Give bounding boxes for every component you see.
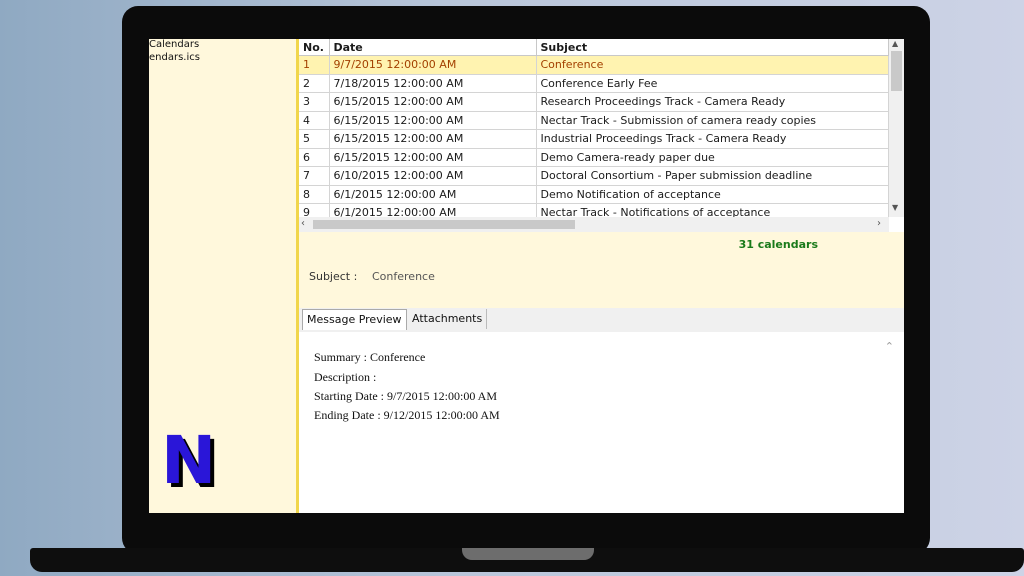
- tab-message-preview[interactable]: Message Preview: [302, 309, 407, 330]
- cell-date: 6/10/2015 12:00:00 AM: [329, 166, 537, 186]
- cell-no: 8: [299, 185, 330, 204]
- table-row[interactable]: 5 6/15/2015 12:00:00 AM Industrial Proce…: [299, 129, 889, 149]
- cell-no: 7: [299, 166, 330, 186]
- cell-no: 4: [299, 111, 330, 130]
- n-logo: N N: [161, 431, 220, 493]
- column-header-subject[interactable]: Subject: [536, 39, 889, 56]
- table-row[interactable]: 4 6/15/2015 12:00:00 AM Nectar Track - S…: [299, 111, 889, 130]
- cell-no: 2: [299, 74, 330, 93]
- cell-date: 6/15/2015 12:00:00 AM: [329, 129, 537, 149]
- cell-date: 9/7/2015 12:00:00 AM: [329, 55, 537, 75]
- cell-subject: Research Proceedings Track - Camera Read…: [536, 92, 889, 112]
- cell-subject: Demo Notification of acceptance: [536, 185, 889, 204]
- chevron-down-icon[interactable]: ▼: [892, 203, 898, 212]
- cell-subject: Industrial Proceedings Track - Camera Re…: [536, 129, 889, 149]
- right-pane: No. Date Subject 1 9/7/2015 12:00:00 AM …: [299, 39, 904, 513]
- vertical-scroll-thumb[interactable]: [891, 51, 902, 91]
- table-row[interactable]: 8 6/1/2015 12:00:00 AM Demo Notification…: [299, 185, 889, 204]
- grid-header-row: No. Date Subject: [299, 39, 889, 56]
- cell-subject: Nectar Track - Submission of camera read…: [536, 111, 889, 130]
- cell-subject: Conference: [536, 55, 889, 75]
- cell-no: 9: [299, 203, 330, 217]
- tab-attachments[interactable]: Attachments: [408, 309, 488, 329]
- preview-summary: Summary : Conference: [314, 350, 426, 364]
- cell-subject: Nectar Track - Notifications of acceptan…: [536, 203, 889, 217]
- cell-date: 6/15/2015 12:00:00 AM: [329, 92, 537, 112]
- horizontal-scroll-thumb[interactable]: [313, 220, 575, 229]
- tree-item-calendars-file[interactable]: endars.ics: [149, 52, 200, 63]
- chevron-left-icon[interactable]: ‹: [301, 218, 305, 229]
- chevron-up-icon[interactable]: ▲: [892, 39, 898, 48]
- laptop-notch: [462, 548, 594, 560]
- preview-description: Description :: [314, 370, 377, 384]
- cell-no: 5: [299, 129, 330, 149]
- cell-date: 6/1/2015 12:00:00 AM: [329, 185, 537, 204]
- table-row[interactable]: 9 6/1/2015 12:00:00 AM Nectar Track - No…: [299, 203, 889, 217]
- cell-subject: Conference Early Fee: [536, 74, 889, 93]
- cell-date: 6/1/2015 12:00:00 AM: [329, 203, 537, 217]
- column-header-no[interactable]: No.: [299, 39, 330, 56]
- folder-tree-pane: Calendars endars.ics N N: [149, 39, 299, 513]
- table-row[interactable]: 6 6/15/2015 12:00:00 AM Demo Camera-read…: [299, 148, 889, 167]
- grid-horizontal-scrollbar[interactable]: ‹ ›: [299, 217, 889, 232]
- chevron-up-icon[interactable]: ⌃: [885, 340, 894, 353]
- preview-starting-date: Starting Date : 9/7/2015 12:00:00 AM: [314, 389, 497, 403]
- table-row[interactable]: 1 9/7/2015 12:00:00 AM Conference: [299, 55, 889, 75]
- grid-vertical-scrollbar[interactable]: ▲ ▼: [889, 39, 904, 217]
- cell-no: 1: [299, 55, 330, 75]
- cell-subject: Doctoral Consortium - Paper submission d…: [536, 166, 889, 186]
- app-screen: Calendars endars.ics N N No. Date Subjec…: [149, 39, 904, 513]
- tree-item-calendars[interactable]: Calendars: [149, 39, 199, 50]
- chevron-right-icon[interactable]: ›: [877, 218, 881, 229]
- table-row[interactable]: 3 6/15/2015 12:00:00 AM Research Proceed…: [299, 92, 889, 112]
- preview-tabs: Message Preview Attachments: [299, 308, 904, 332]
- table-row[interactable]: 7 6/10/2015 12:00:00 AM Doctoral Consort…: [299, 166, 889, 186]
- calendar-grid: No. Date Subject 1 9/7/2015 12:00:00 AM …: [299, 39, 889, 217]
- svg-text:N: N: [161, 431, 216, 493]
- preview-ending-date: Ending Date : 9/12/2015 12:00:00 AM: [314, 408, 500, 422]
- subject-value: Conference: [372, 270, 435, 283]
- cell-date: 6/15/2015 12:00:00 AM: [329, 148, 537, 167]
- message-preview-panel: Summary : Conference Description : Start…: [304, 332, 904, 513]
- cell-date: 6/15/2015 12:00:00 AM: [329, 111, 537, 130]
- details-area: 31 calendars Subject : Conference: [299, 232, 904, 308]
- cell-date: 7/18/2015 12:00:00 AM: [329, 74, 537, 93]
- subject-label: Subject :: [309, 270, 358, 283]
- cell-no: 3: [299, 92, 330, 112]
- cell-subject: Demo Camera-ready paper due: [536, 148, 889, 167]
- column-header-date[interactable]: Date: [329, 39, 537, 56]
- cell-no: 6: [299, 148, 330, 167]
- table-row[interactable]: 2 7/18/2015 12:00:00 AM Conference Early…: [299, 74, 889, 93]
- calendar-count: 31 calendars: [738, 238, 818, 251]
